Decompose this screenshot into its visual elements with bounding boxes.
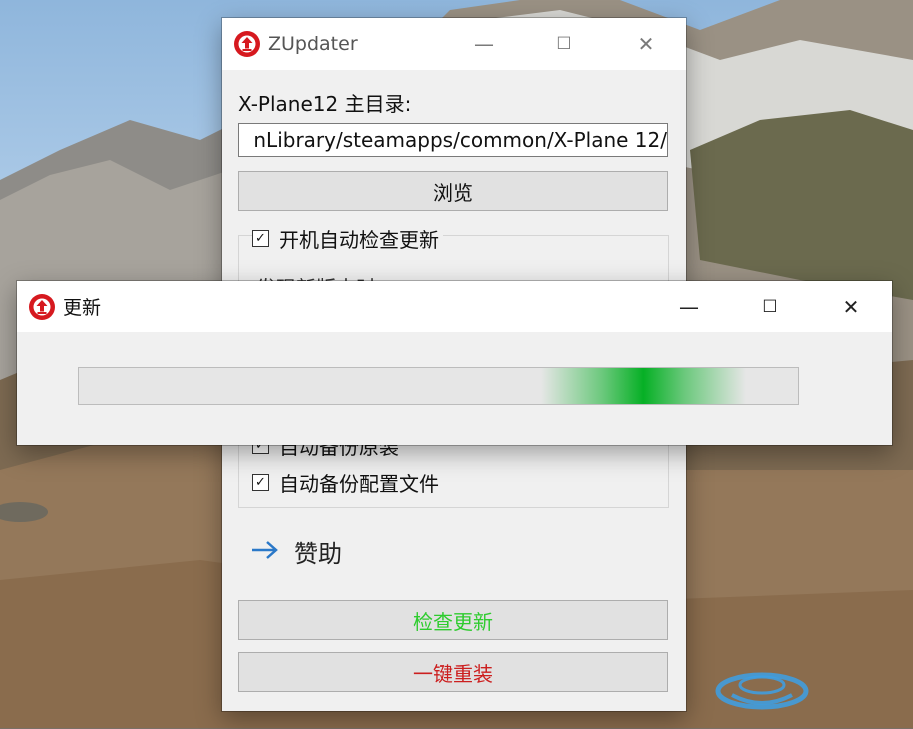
auto-check-checkbox[interactable]: ✓ [252,230,269,247]
maximize-button[interactable]: ☐ [730,281,810,332]
minimize-button[interactable]: — [649,281,729,332]
arrow-right-icon [250,534,280,569]
backup-config-label: 自动备份配置文件 [279,472,439,496]
maximize-button[interactable]: ☐ [524,18,604,70]
auto-check-option[interactable]: ✓ 开机自动检查更新 [252,224,443,253]
progress-marquee [541,368,746,404]
sponsor-link[interactable]: 赞助 [250,534,342,569]
close-button[interactable]: ✕ [606,18,686,70]
update-progress-bar [78,367,799,405]
upload-arrow-icon [29,293,55,320]
title-bar[interactable]: ZUpdater — ☐ ✕ [222,18,686,70]
window-title: ZUpdater [268,33,358,55]
browse-button[interactable]: 浏览 [238,171,668,211]
check-update-button[interactable]: 检查更新 [238,600,668,640]
watermark-logo [712,655,912,725]
directory-label: X-Plane12 主目录: [238,92,412,116]
reinstall-button[interactable]: 一键重装 [238,652,668,692]
directory-path-field[interactable]: nLibrary/steamapps/common/X-Plane 12/ [238,123,668,157]
update-window: 更新 — ☐ ✕ [17,281,892,445]
close-button[interactable]: ✕ [811,281,891,332]
minimize-button[interactable]: — [444,18,524,70]
upload-arrow-icon [234,31,260,57]
sponsor-label: 赞助 [294,540,342,568]
backup-config-option[interactable]: ✓ 自动备份配置文件 [252,468,443,497]
window-title: 更新 [63,297,102,319]
auto-check-label: 开机自动检查更新 [279,228,439,252]
backup-config-checkbox[interactable]: ✓ [252,474,269,491]
title-bar[interactable]: 更新 — ☐ ✕ [17,281,892,332]
